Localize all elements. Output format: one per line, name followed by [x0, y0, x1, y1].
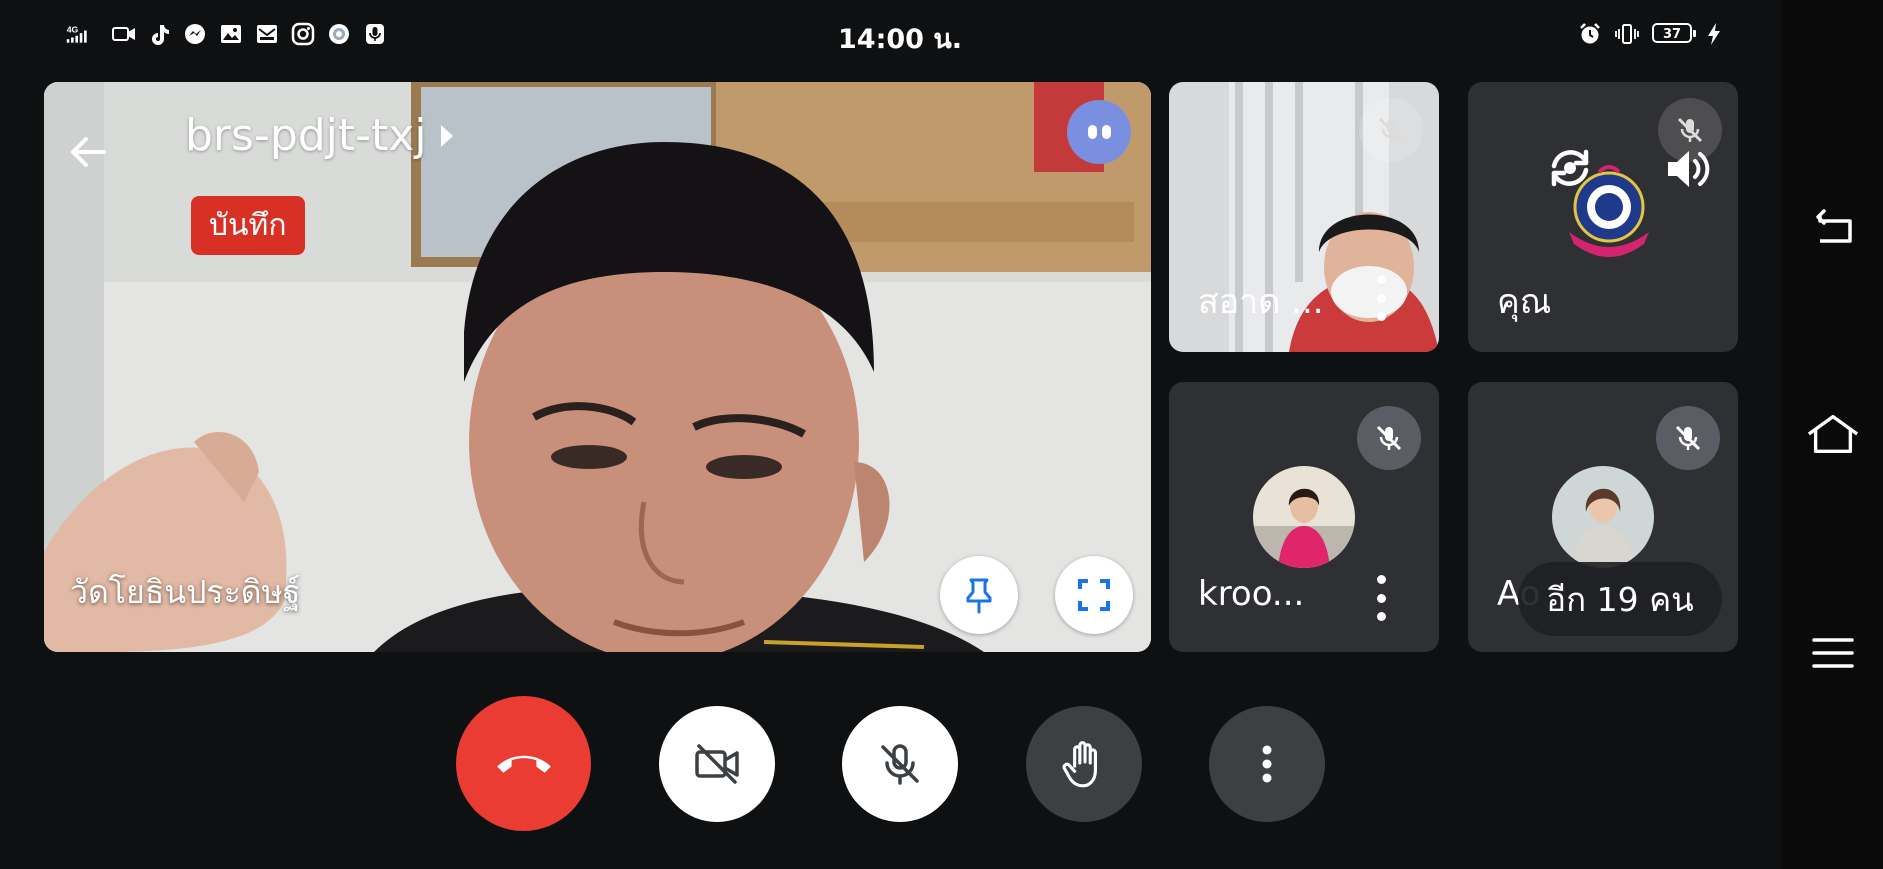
messenger-icon	[181, 21, 209, 47]
recording-badge: บันทึก	[191, 196, 305, 255]
speaker-volume-icon[interactable]	[1662, 144, 1712, 194]
mic-off-icon	[1359, 98, 1423, 162]
participant-name: kroo...	[1198, 574, 1305, 614]
speaking-indicator-icon	[1067, 100, 1131, 164]
more-options-icon[interactable]	[1371, 275, 1391, 321]
participant-tile-1[interactable]: สอาด ...	[1169, 82, 1439, 352]
fullscreen-button[interactable]	[1055, 556, 1133, 634]
home-icon[interactable]	[1806, 406, 1860, 460]
system-nav-bar	[1782, 0, 1883, 869]
end-call-button[interactable]	[456, 696, 591, 831]
mic-toggle-button[interactable]	[842, 706, 958, 822]
main-participant-name: วัดโยธินประดิษฐ์	[70, 573, 301, 611]
charging-icon	[1700, 21, 1728, 47]
vibrate-icon	[1613, 21, 1641, 47]
status-bar: 4G 14:00 น. 37	[0, 0, 1782, 70]
more-participants-chip[interactable]: อีก 19 คน	[1518, 562, 1722, 636]
mail-icon	[253, 21, 281, 47]
camera-off-icon	[695, 744, 739, 784]
mic-notification-icon	[361, 21, 389, 47]
instagram-icon	[289, 21, 317, 47]
participant-tile-self[interactable]: คุณ	[1468, 82, 1738, 352]
signal-icon: 4G	[64, 21, 92, 47]
back-icon[interactable]	[1806, 201, 1860, 255]
expand-caret-icon	[440, 124, 453, 147]
tiktok-icon	[145, 21, 173, 47]
phone-hangup-icon	[496, 755, 551, 773]
mic-off-icon	[1656, 406, 1720, 470]
more-options-button[interactable]	[1209, 706, 1325, 822]
fullscreen-icon	[1078, 579, 1110, 611]
app-badge-icon	[325, 21, 353, 47]
camera-toggle-button[interactable]	[659, 706, 775, 822]
alarm-icon	[1576, 21, 1604, 47]
gallery-icon	[217, 21, 245, 47]
raise-hand-button[interactable]	[1026, 706, 1142, 822]
participant-name: สอาด ...	[1198, 282, 1324, 322]
meeting-code-text: brs-pdjt-txj	[185, 110, 427, 161]
more-options-icon[interactable]	[1371, 575, 1391, 621]
raise-hand-icon	[1062, 741, 1097, 788]
clock: 14:00 น.	[838, 24, 963, 55]
mic-off-icon	[881, 744, 919, 785]
avatar	[1253, 466, 1355, 568]
main-video-tile[interactable]: brs-pdjt-txj บันทึก วัดโยธินประดิษฐ์	[44, 82, 1151, 652]
switch-camera-icon[interactable]	[1542, 140, 1598, 196]
pin-icon	[966, 578, 992, 614]
more-vert-icon	[1262, 745, 1272, 783]
pin-button[interactable]	[940, 556, 1018, 634]
svg-text:4G: 4G	[67, 24, 79, 34]
mic-off-icon	[1357, 406, 1421, 470]
battery-icon: 37	[1652, 23, 1696, 43]
recent-apps-icon[interactable]	[1806, 626, 1860, 680]
participant-tile-3[interactable]: kroo...	[1169, 382, 1439, 652]
meeting-code[interactable]: brs-pdjt-txj	[185, 110, 453, 161]
avatar	[1552, 466, 1654, 568]
participant-name: คุณ	[1497, 282, 1552, 322]
video-call-icon	[110, 21, 138, 47]
back-arrow-icon[interactable]	[66, 130, 110, 174]
